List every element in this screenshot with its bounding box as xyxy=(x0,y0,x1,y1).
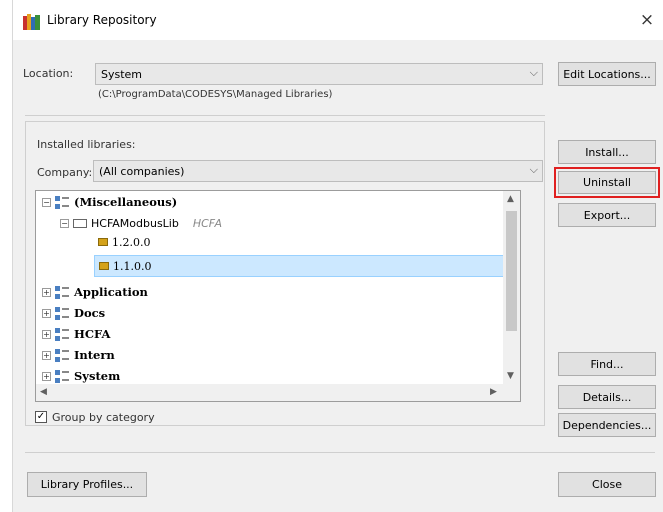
company-label: Company: xyxy=(37,166,93,179)
category-icon xyxy=(55,369,69,383)
category-icon xyxy=(55,285,69,299)
tree-item-label: Application xyxy=(74,285,148,299)
scroll-down-icon[interactable]: ▼ xyxy=(507,371,514,381)
separator xyxy=(25,452,655,453)
installed-libraries-label: Installed libraries: xyxy=(37,138,136,151)
tree-item-label: System xyxy=(74,369,121,383)
tree-item-docs[interactable]: + Docs xyxy=(42,304,105,322)
scroll-corner xyxy=(503,384,520,401)
company-value: (All companies) xyxy=(99,165,185,178)
category-icon xyxy=(55,348,69,362)
uninstall-button[interactable]: Uninstall xyxy=(554,167,660,198)
tree-item-label: 1.1.0.0 xyxy=(113,259,152,273)
separator xyxy=(25,115,545,116)
location-value: System xyxy=(101,68,143,81)
edit-locations-button[interactable]: Edit Locations... xyxy=(558,62,656,86)
tree-item-label: Docs xyxy=(74,306,106,320)
close-icon[interactable]: × xyxy=(637,10,657,30)
tree-item-intern[interactable]: + Intern xyxy=(42,346,115,364)
scroll-right-icon[interactable]: ▶ xyxy=(490,387,497,397)
tree-item-version[interactable]: 1.2.0.0 xyxy=(98,233,150,251)
version-icon xyxy=(99,262,109,270)
find-button[interactable]: Find... xyxy=(558,352,656,376)
export-button[interactable]: Export... xyxy=(558,203,656,227)
tree-item-label: HCFA xyxy=(74,327,111,341)
location-path: (C:\ProgramData\CODESYS\Managed Librarie… xyxy=(98,89,333,100)
chevron-down-icon: ⌵ xyxy=(529,163,538,176)
tree-item-label: (Miscellaneous) xyxy=(74,195,178,209)
location-dropdown[interactable]: System ⌵ xyxy=(95,63,543,85)
library-icon xyxy=(73,218,87,228)
category-icon xyxy=(55,195,69,209)
library-repository-icon xyxy=(23,14,40,30)
category-icon xyxy=(55,306,69,320)
tree-item-label: HCFAModbusLib xyxy=(91,216,179,230)
version-icon xyxy=(98,238,108,246)
tree-item-version-selected[interactable]: 1.1.0.0 xyxy=(94,255,505,277)
expand-icon[interactable]: + xyxy=(42,287,51,297)
title-bar: Library Repository × xyxy=(13,0,663,40)
tree-item-label: 1.2.0.0 xyxy=(112,235,151,249)
scroll-thumb[interactable] xyxy=(506,211,517,331)
tree-item-company: HCFA xyxy=(192,216,223,230)
library-tree[interactable]: − (Miscellaneous) − HCFAModbusLib HCFA 1… xyxy=(35,190,521,402)
expand-icon[interactable]: + xyxy=(42,371,51,381)
tree-item-miscellaneous[interactable]: − (Miscellaneous) xyxy=(42,193,177,211)
collapse-icon[interactable]: − xyxy=(42,197,51,207)
tree-item-label: Intern xyxy=(74,348,115,362)
location-label: Location: xyxy=(23,67,74,80)
details-button[interactable]: Details... xyxy=(558,385,656,409)
expand-icon[interactable]: + xyxy=(42,308,51,318)
expand-icon[interactable]: + xyxy=(42,329,51,339)
company-dropdown[interactable]: (All companies) ⌵ xyxy=(93,160,543,182)
group-by-category-checkbox[interactable]: ✓ xyxy=(35,411,47,423)
scroll-up-icon[interactable]: ▲ xyxy=(507,194,514,204)
tree-item-system[interactable]: + System xyxy=(42,367,120,385)
tree-item-hcfamodbuslib[interactable]: − HCFAModbusLib HCFA xyxy=(60,214,222,232)
library-repository-dialog: Library Repository × Location: System ⌵ … xyxy=(12,0,663,512)
close-button[interactable]: Close xyxy=(558,472,656,497)
tree-item-hcfa[interactable]: + HCFA xyxy=(42,325,110,343)
group-by-category-label: Group by category xyxy=(52,411,155,424)
category-icon xyxy=(55,327,69,341)
scroll-left-icon[interactable]: ◀ xyxy=(40,387,47,397)
vertical-scrollbar[interactable]: ▲ ▼ xyxy=(503,191,520,386)
collapse-icon[interactable]: − xyxy=(60,218,69,228)
tree-item-application[interactable]: + Application xyxy=(42,283,148,301)
window-title: Library Repository xyxy=(47,13,157,27)
chevron-down-icon: ⌵ xyxy=(529,66,538,79)
dependencies-button[interactable]: Dependencies... xyxy=(558,413,656,437)
horizontal-scrollbar[interactable]: ◀ ▶ xyxy=(36,384,505,401)
library-profiles-button[interactable]: Library Profiles... xyxy=(27,472,147,497)
install-button[interactable]: Install... xyxy=(558,140,656,164)
expand-icon[interactable]: + xyxy=(42,350,51,360)
